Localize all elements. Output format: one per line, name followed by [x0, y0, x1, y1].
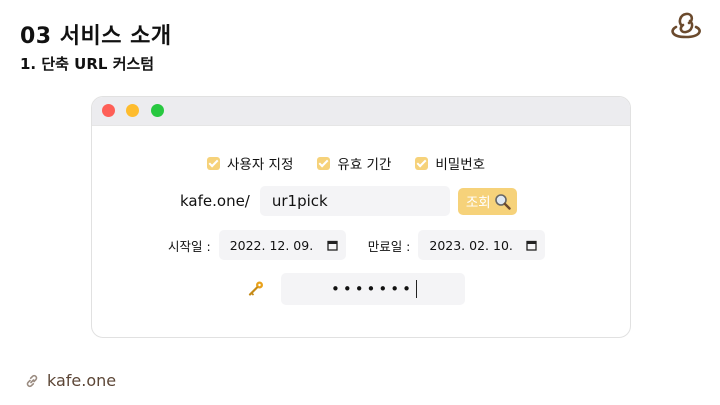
maximize-window-button[interactable] — [151, 104, 164, 117]
calendar-icon[interactable] — [327, 240, 338, 251]
password-option[interactable]: 비밀번호 — [415, 153, 485, 173]
footer-domain: kafe.one — [47, 371, 117, 390]
check-button-label: 조회 — [465, 195, 491, 211]
brand-logo-icon — [671, 12, 701, 39]
end-date-value: 2023. 02. 10. — [429, 237, 513, 253]
password-label: 비밀번호 — [435, 157, 486, 173]
magnifier-icon — [494, 193, 511, 210]
date-row: 시작일 : 2022. 12. 09. 만료일 : 2023. 02. 10. — [168, 230, 546, 260]
page-subtitle: 1. 단축 URL 커스텀 — [20, 55, 155, 73]
custom-alias-option[interactable]: 사용자 지정 — [207, 153, 293, 173]
close-window-button[interactable] — [102, 104, 115, 117]
option-checkboxes: 사용자 지정 유효 기간 비밀번호 — [207, 153, 485, 173]
start-date-label: 시작일 : — [168, 238, 211, 254]
browser-window: 사용자 지정 유효 기간 비밀번호 kafe.one/ ur1pick 조회 시… — [91, 96, 631, 338]
checkbox-checked-icon[interactable] — [415, 156, 429, 170]
start-date-input[interactable]: 2022. 12. 09. — [218, 230, 346, 260]
password-masked-value: ••••••• — [331, 280, 414, 298]
checkbox-checked-icon[interactable] — [317, 156, 331, 170]
password-row: ••••••• — [247, 273, 465, 305]
expiry-label: 유효 기간 — [337, 157, 392, 173]
password-input[interactable]: ••••••• — [281, 273, 465, 305]
link-icon — [26, 374, 38, 387]
page-title: 03 서비스 소개 — [20, 24, 172, 49]
window-titlebar — [92, 97, 630, 126]
footer-link[interactable]: kafe.one — [24, 371, 116, 390]
check-availability-button[interactable]: 조회 — [457, 187, 517, 215]
custom-alias-input[interactable]: ur1pick — [259, 186, 450, 216]
minimize-window-button[interactable] — [126, 104, 139, 117]
start-date-value: 2022. 12. 09. — [229, 237, 314, 253]
end-date-label: 만료일 : — [367, 238, 411, 254]
domain-prefix: kafe.one/ — [180, 192, 250, 210]
calendar-icon[interactable] — [526, 240, 538, 251]
custom-alias-label: 사용자 지정 — [227, 157, 294, 173]
text-caret — [415, 280, 417, 298]
key-icon — [248, 281, 263, 296]
expiry-option[interactable]: 유효 기간 — [317, 153, 391, 173]
url-row: kafe.one/ ur1pick 조회 — [180, 186, 517, 216]
custom-alias-value: ur1pick — [271, 192, 328, 210]
checkbox-checked-icon[interactable] — [207, 156, 220, 170]
end-date-input[interactable]: 2023. 02. 10. — [418, 230, 546, 260]
